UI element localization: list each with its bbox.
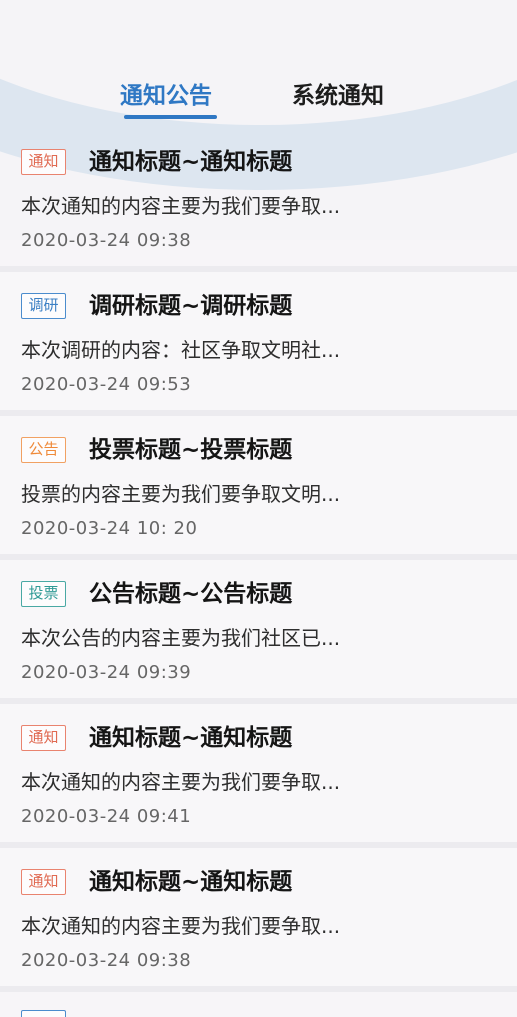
tab-bar: 通知公告 系统通知 (0, 78, 517, 122)
tab-notice-announcements[interactable]: 通知公告 (120, 78, 212, 118)
item-summary: 本次通知的内容主要为我们要争取... (21, 194, 341, 218)
category-tag: 公告 (21, 437, 66, 463)
item-timestamp: 2020-03-24 09:39 (21, 662, 192, 683)
category-tag: 通知 (21, 869, 66, 895)
category-tag: 通知 (21, 725, 66, 751)
item-timestamp: 2020-03-24 09:38 (21, 230, 192, 251)
item-title: 公告标题~公告标题 (89, 581, 293, 607)
list-item[interactable]: 通知 通知标题~通知标题 本次通知的内容主要为我们要争取... 2020-03-… (0, 128, 517, 272)
item-timestamp: 2020-03-24 09:41 (21, 806, 192, 827)
item-timestamp: 2020-03-24 10: 20 (21, 518, 198, 539)
list-item[interactable]: 调研 调研标题~调研标题 本次调研的内容：社区争取文明社... 2020-03-… (0, 272, 517, 416)
item-title: 调研标题~调研标题 (89, 293, 293, 319)
list-item[interactable]: 投票 公告标题~公告标题 本次公告的内容主要为我们社区已... 2020-03-… (0, 560, 517, 704)
item-summary: 本次调研的内容：社区争取文明社... (21, 338, 341, 362)
item-summary: 本次公告的内容主要为我们社区已... (21, 626, 341, 650)
item-title: 通知标题~通知标题 (89, 869, 293, 895)
category-tag: 投票 (21, 581, 66, 607)
active-tab-indicator (124, 115, 217, 119)
list-item[interactable]: 公告 投票标题~投票标题 投票的内容主要为我们要争取文明... 2020-03-… (0, 416, 517, 560)
tab-system-notifications[interactable]: 系统通知 (292, 78, 384, 118)
list-item[interactable]: 通知 通知标题~通知标题 本次通知的内容主要为我们要争取... 2020-03-… (0, 848, 517, 992)
item-timestamp: 2020-03-24 09:38 (21, 950, 192, 971)
item-summary: 本次通知的内容主要为我们要争取... (21, 770, 341, 794)
notice-page: 通知公告 系统通知 通知 通知标题~通知标题 本次通知的内容主要为我们要争取..… (0, 0, 517, 1017)
item-timestamp: 2020-03-24 09:53 (21, 374, 192, 395)
list-item[interactable]: 通知 通知标题~通知标题 本次通知的内容主要为我们要争取... 2020-03-… (0, 704, 517, 848)
item-title: 通知标题~通知标题 (89, 725, 293, 751)
divider (0, 986, 517, 992)
item-summary: 投票的内容主要为我们要争取文明... (21, 482, 341, 506)
next-item-tag-partial (21, 1010, 66, 1017)
item-summary: 本次通知的内容主要为我们要争取... (21, 914, 341, 938)
item-title: 投票标题~投票标题 (89, 437, 293, 463)
item-title: 通知标题~通知标题 (89, 149, 293, 175)
category-tag: 通知 (21, 149, 66, 175)
category-tag: 调研 (21, 293, 66, 319)
